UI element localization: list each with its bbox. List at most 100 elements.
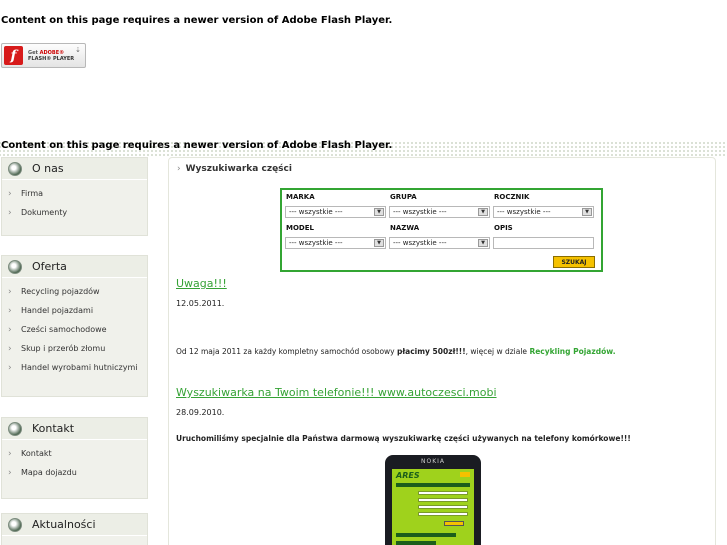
grupa-select[interactable]: --- wszystkie --- ▼ bbox=[389, 206, 490, 218]
flash-message-header: Content on this page requires a newer ve… bbox=[1, 140, 393, 151]
sidebar-item-handel-pojazdami[interactable]: › Handel pojazdami bbox=[2, 301, 147, 320]
news-date: 12.05.2011. bbox=[176, 299, 225, 308]
sidebar-item-label: Dokumenty bbox=[21, 208, 68, 217]
dropdown-arrow-icon: ▼ bbox=[478, 208, 488, 216]
sidebar-box-onas: O nas › Firma › Dokumenty bbox=[1, 157, 148, 236]
dropdown-arrow-icon: ▼ bbox=[478, 239, 488, 247]
dropdown-arrow-icon: ▼ bbox=[582, 208, 592, 216]
sidebar-item-label: Cześci samochodowe bbox=[21, 325, 107, 334]
phone-screen-field bbox=[418, 512, 468, 516]
label-marka: MARKA bbox=[286, 193, 315, 201]
search-title: Wyszukiwarka części bbox=[185, 164, 292, 174]
phone-screen: ARES bbox=[392, 469, 474, 545]
sidebar-item-handel-hutniczy[interactable]: › Handel wyrobami hutniczymi bbox=[2, 358, 147, 377]
sidebar-item-skup[interactable]: › Skup i przerób złomu bbox=[2, 339, 147, 358]
phone-screen-field bbox=[418, 505, 468, 509]
sidebar-item-dokumenty[interactable]: › Dokumenty bbox=[2, 203, 147, 222]
sidebar-item-label: Mapa dojazdu bbox=[21, 468, 77, 477]
sidebar-title: Kontakt bbox=[32, 422, 75, 435]
label-rocznik: ROCZNIK bbox=[494, 193, 530, 201]
sidebar-header-aktualnosci: Aktualności bbox=[2, 514, 147, 536]
sidebar-item-label: Kontakt bbox=[21, 449, 52, 458]
label-grupa: GRUPA bbox=[390, 193, 417, 201]
sidebar-header-kontakt: Kontakt bbox=[2, 418, 147, 440]
news-highlight: płacimy 500zł!!! bbox=[397, 347, 466, 356]
chevron-right-icon: › bbox=[177, 164, 181, 174]
dropdown-arrow-icon: ▼ bbox=[374, 208, 384, 216]
sidebar-item-label: Firma bbox=[21, 189, 44, 198]
news-body: Od 12 maja 2011 za każdy kompletny samoc… bbox=[176, 347, 616, 356]
select-value: --- wszystkie --- bbox=[393, 239, 447, 247]
news-title-uwaga[interactable]: Uwaga!!! bbox=[176, 277, 227, 290]
chevron-right-icon: › bbox=[8, 188, 12, 199]
phone-screen-bar bbox=[396, 483, 470, 487]
sidebar-item-label: Recycling pojazdów bbox=[21, 287, 100, 296]
sidebar-item-mapa[interactable]: › Mapa dojazdu bbox=[2, 463, 147, 482]
chevron-right-icon: › bbox=[8, 305, 12, 316]
news-text: Od 12 maja 2011 za każdy kompletny samoc… bbox=[176, 347, 398, 356]
search-heading: › Wyszukiwarka części bbox=[177, 164, 292, 174]
news-title-mobile[interactable]: Wyszukiwarka na Twoim telefonie!!! www.a… bbox=[176, 386, 497, 399]
news-body: Uruchomiliśmy specjalnie dla Państwa dar… bbox=[176, 434, 631, 443]
bullet-icon bbox=[8, 259, 22, 274]
label-opis: OPIS bbox=[494, 224, 513, 232]
phone-screen-field bbox=[418, 491, 468, 495]
sidebar-box-oferta: Oferta › Recycling pojazdów › Handel pojaz… bbox=[1, 255, 148, 397]
chevron-right-icon: › bbox=[8, 467, 12, 478]
search-button[interactable]: SZUKAJ bbox=[553, 256, 595, 268]
parts-search-form: MARKA GRUPA ROCZNIK --- wszystkie --- ▼ -… bbox=[280, 188, 603, 272]
flash-button-label: Get ADOBE® FLASH® PLAYER bbox=[28, 49, 75, 62]
phone-screen-box bbox=[460, 472, 470, 477]
phone-screen-bar bbox=[396, 541, 436, 545]
recykling-link[interactable]: Recykling Pojazdów. bbox=[529, 347, 615, 356]
select-value: --- wszystkie --- bbox=[393, 208, 447, 216]
sidebar-header-onas: O nas bbox=[2, 158, 147, 180]
sidebar-item-czesci[interactable]: › Cześci samochodowe bbox=[2, 320, 147, 339]
sidebar-item-recycling[interactable]: › Recycling pojazdów bbox=[2, 282, 147, 301]
chevron-right-icon: › bbox=[8, 324, 12, 335]
label-nazwa: NAZWA bbox=[390, 224, 420, 232]
chevron-right-icon: › bbox=[8, 362, 12, 373]
news-text: , więcej w dziale bbox=[465, 347, 530, 356]
news-date: 28.09.2010. bbox=[176, 408, 225, 417]
sidebar-title: Aktualności bbox=[32, 518, 96, 531]
select-value: --- wszystkie --- bbox=[289, 208, 343, 216]
sidebar-box-kontakt: Kontakt › Kontakt › Mapa dojazdu bbox=[1, 417, 148, 499]
rocznik-select[interactable]: --- wszystkie --- ▼ bbox=[493, 206, 594, 218]
sidebar-item-firma[interactable]: › Firma bbox=[2, 184, 147, 203]
phone-screen-button bbox=[444, 521, 464, 526]
sidebar-item-label: Handel pojazdami bbox=[21, 306, 94, 315]
marka-select[interactable]: --- wszystkie --- ▼ bbox=[285, 206, 386, 218]
chevron-right-icon: › bbox=[8, 207, 12, 218]
model-select[interactable]: --- wszystkie --- ▼ bbox=[285, 237, 386, 249]
sidebar-title: Oferta bbox=[32, 260, 67, 273]
chevron-right-icon: › bbox=[8, 286, 12, 297]
get-flash-player-button[interactable]: f Get ADOBE® FLASH® PLAYER ⇣ bbox=[1, 43, 86, 68]
chevron-right-icon: › bbox=[8, 343, 12, 354]
dropdown-arrow-icon: ▼ bbox=[374, 239, 384, 247]
bullet-icon bbox=[8, 421, 22, 436]
phone-screen-field bbox=[418, 498, 468, 502]
opis-input[interactable] bbox=[493, 237, 594, 249]
sidebar-item-kontakt[interactable]: › Kontakt bbox=[2, 444, 147, 463]
flash-message-top: Content on this page requires a newer ve… bbox=[1, 15, 393, 26]
bullet-icon bbox=[8, 161, 22, 176]
sidebar-header-oferta: Oferta bbox=[2, 256, 147, 278]
nazwa-select[interactable]: --- wszystkie --- ▼ bbox=[389, 237, 490, 249]
bullet-icon bbox=[8, 517, 22, 532]
sidebar-item-label: Skup i przerób złomu bbox=[21, 344, 106, 353]
sidebar-item-label: Handel wyrobami hutniczymi bbox=[21, 363, 138, 372]
chevron-right-icon: › bbox=[8, 448, 12, 459]
sidebar-box-aktualnosci: Aktualności bbox=[1, 513, 148, 545]
download-arrow-icon: ⇣ bbox=[75, 46, 81, 54]
phone-brand: NOKIA bbox=[420, 457, 446, 465]
phone-screen-bar bbox=[396, 533, 456, 537]
sidebar-title: O nas bbox=[32, 162, 64, 175]
phone-image: NOKIA ARES bbox=[385, 455, 481, 545]
label-model: MODEL bbox=[286, 224, 314, 232]
select-value: --- wszystkie --- bbox=[289, 239, 343, 247]
flash-logo-icon: f bbox=[4, 46, 23, 65]
ares-logo: ARES bbox=[396, 471, 420, 480]
main-content: › Wyszukiwarka części MARKA GRUPA ROCZNI… bbox=[168, 157, 716, 545]
select-value: --- wszystkie --- bbox=[497, 208, 551, 216]
